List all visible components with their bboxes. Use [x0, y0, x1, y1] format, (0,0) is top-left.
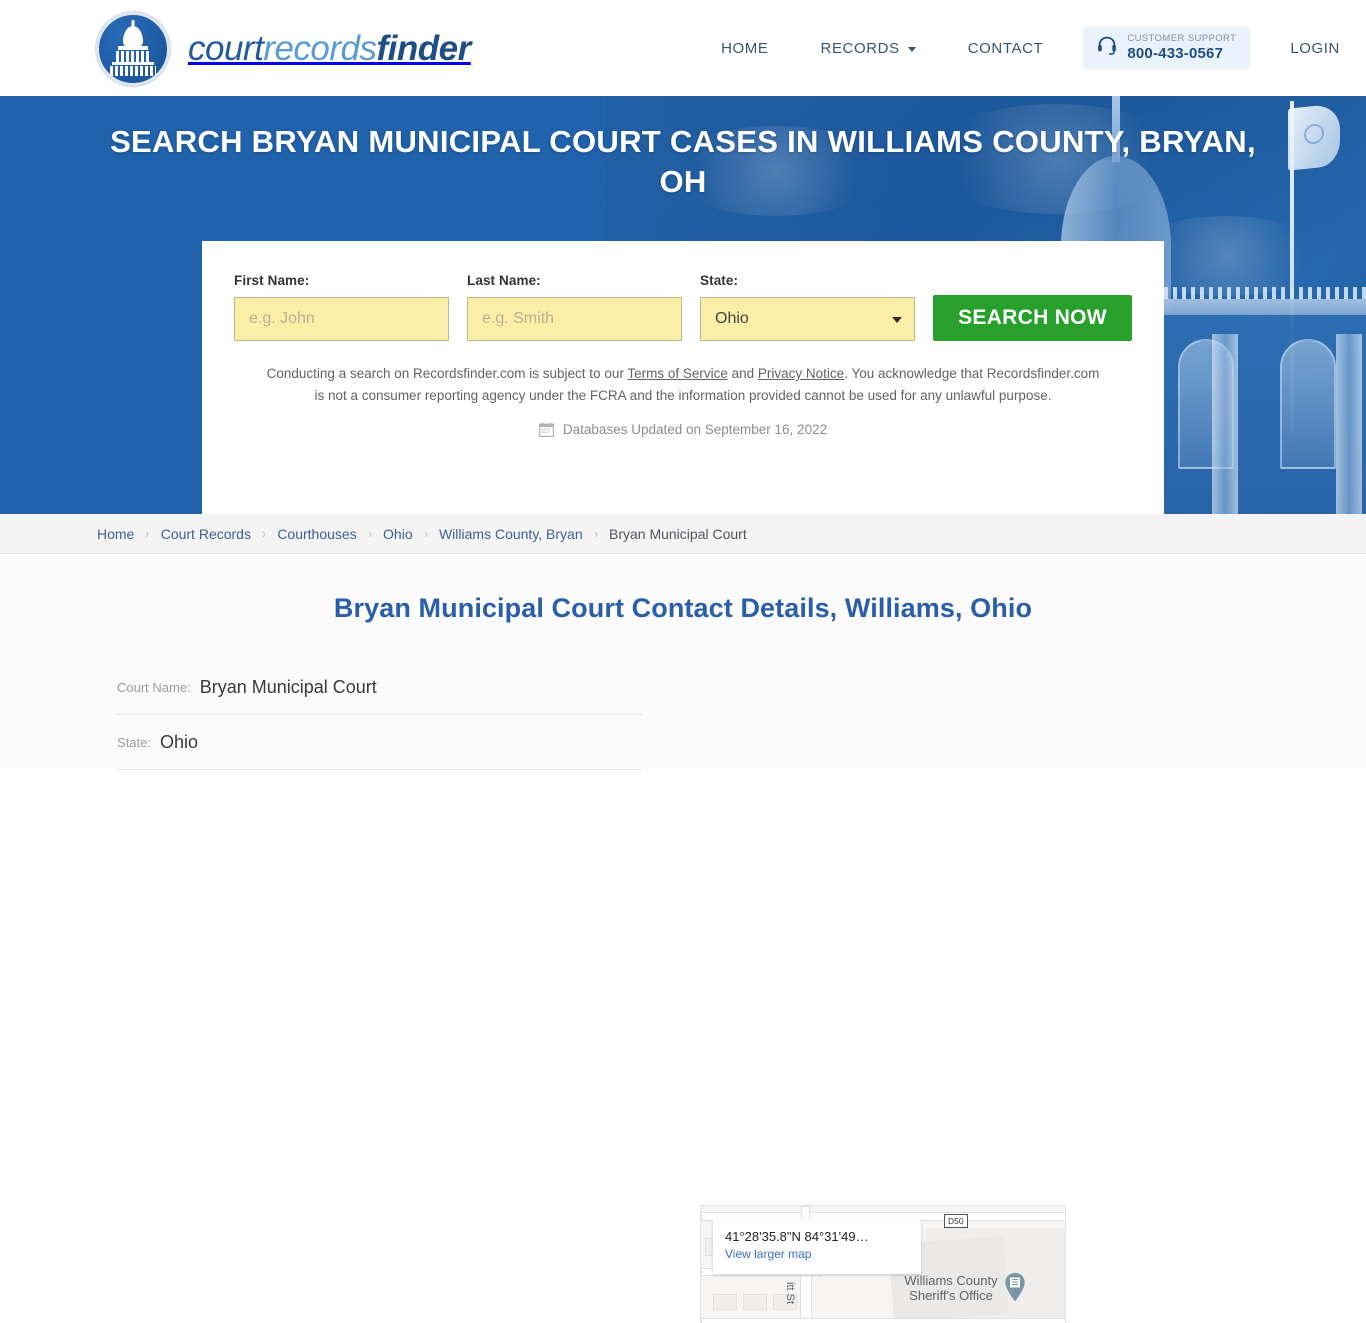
state-label: State:: [700, 273, 739, 288]
contact-details-heading: Bryan Municipal Court Contact Details, W…: [333, 593, 1033, 623]
detail-label: State:: [117, 734, 151, 750]
state-select[interactable]: Ohio: [700, 297, 915, 341]
first-name-label: First Name:: [234, 273, 310, 288]
privacy-notice-link[interactable]: Privacy Notice: [758, 366, 844, 381]
map-coordinates: 41°28'35.8"N 84°31'49…: [725, 1229, 869, 1244]
chevron-right-icon: ›: [262, 526, 266, 541]
calendar-icon: [538, 422, 554, 438]
nav-home[interactable]: HOME: [695, 40, 794, 57]
databases-updated-row: Databases Updated on September 16, 2022: [234, 422, 1132, 437]
detail-row-state: State: Ohio: [117, 715, 642, 770]
headset-icon: [1097, 36, 1117, 60]
first-name-input[interactable]: [234, 297, 449, 341]
nav-records-label: RECORDS: [820, 39, 900, 57]
detail-label: Court Name:: [117, 679, 191, 695]
map-infobox: 41°28'35.8"N 84°31'49… View larger map: [713, 1219, 921, 1274]
site-header: courtrecordsfinder HOME RECORDS CONTACT: [0, 0, 1366, 96]
terms-of-service-link[interactable]: Terms of Service: [627, 366, 728, 381]
nav-home-label: HOME: [721, 39, 769, 57]
breadcrumb-item-courthouses[interactable]: Courthouses: [277, 526, 356, 542]
disclaimer-part2: and: [727, 366, 758, 381]
support-phone[interactable]: 800-433-0567: [1127, 45, 1236, 62]
nav-contact[interactable]: CONTACT: [942, 40, 1070, 57]
detail-value: Bryan Municipal Court: [199, 676, 377, 697]
map-poi-label: Williams County Sheriff's Office: [901, 1273, 1001, 1304]
detail-value: Ohio: [159, 731, 198, 752]
last-name-label: Last Name:: [467, 273, 541, 288]
chevron-right-icon: ›: [145, 526, 150, 541]
breadcrumb-item-williams-county[interactable]: Williams County, Bryan: [439, 526, 583, 542]
court-detail-list: Court Name: Bryan Municipal Court State:…: [117, 660, 642, 770]
state-field-group: State: Ohio: [700, 273, 915, 341]
first-name-field-group: First Name:: [234, 273, 449, 341]
breadcrumb: Home › Court Records › Courthouses › Ohi…: [0, 514, 1366, 554]
street-label: itt St: [784, 1282, 796, 1305]
databases-updated-text: Databases Updated on September 16, 2022: [562, 422, 828, 438]
chevron-right-icon: ›: [424, 526, 428, 541]
chevron-right-icon: ›: [594, 526, 598, 541]
location-map[interactable]: D50 itt St Williams County Sheriff's Off…: [700, 1205, 1066, 1323]
state-select-value: Ohio: [715, 310, 749, 327]
brand-word-court: court: [188, 29, 264, 68]
last-name-input[interactable]: [467, 297, 682, 341]
capitol-dome-icon: [96, 12, 170, 86]
nav-login-label: LOGIN: [1290, 39, 1340, 57]
brand-word-records: records: [263, 29, 377, 68]
detail-row-court-name: Court Name: Bryan Municipal Court: [117, 660, 642, 715]
search-card: First Name: Last Name: State: Ohio SEARC…: [202, 241, 1164, 514]
route-badge: D50: [944, 1214, 968, 1228]
chevron-right-icon: ›: [368, 526, 372, 541]
chevron-down-icon: [907, 46, 916, 52]
hero-banner: SEARCH BRYAN MUNICIPAL COURT CASES IN WI…: [0, 96, 1366, 514]
search-disclaimer: Conducting a search on Recordsfinder.com…: [234, 363, 1132, 406]
page-title: SEARCH BRYAN MUNICIPAL COURT CASES IN WI…: [110, 124, 1256, 200]
brand-word-finder: finder: [376, 29, 472, 68]
brand-wordmark: courtrecordsfinder: [188, 29, 471, 69]
nav-contact-label: CONTACT: [967, 39, 1044, 57]
nav-login[interactable]: LOGIN: [1264, 40, 1366, 57]
breadcrumb-item-court-records[interactable]: Court Records: [161, 526, 251, 542]
view-larger-map-link[interactable]: View larger map: [725, 1247, 909, 1261]
map-poi-line1: Williams County: [904, 1273, 998, 1288]
map-pin-icon: [1004, 1272, 1026, 1302]
breadcrumb-item-current: Bryan Municipal Court: [608, 525, 747, 542]
disclaimer-part1: Conducting a search on Recordsfinder.com…: [266, 366, 628, 381]
main-navigation: HOME RECORDS CONTACT CUSTOMER SUPPORT 80…: [695, 0, 1366, 96]
last-name-field-group: Last Name:: [467, 273, 682, 341]
customer-support-box[interactable]: CUSTOMER SUPPORT 800-433-0567: [1083, 25, 1251, 71]
search-now-button[interactable]: SEARCH NOW: [933, 295, 1132, 341]
breadcrumb-item-ohio[interactable]: Ohio: [383, 526, 413, 542]
support-label: CUSTOMER SUPPORT: [1127, 32, 1237, 44]
chevron-down-icon: [892, 317, 902, 323]
brand-logo-link[interactable]: courtrecordsfinder: [96, 12, 471, 86]
breadcrumb-item-home[interactable]: Home: [97, 526, 134, 542]
map-poi-line2: Sheriff's Office: [909, 1287, 993, 1303]
main-content: Bryan Municipal Court Contact Details, W…: [0, 555, 1366, 1323]
search-form: First Name: Last Name: State: Ohio SEARC…: [234, 273, 1132, 341]
nav-records[interactable]: RECORDS: [795, 40, 942, 57]
